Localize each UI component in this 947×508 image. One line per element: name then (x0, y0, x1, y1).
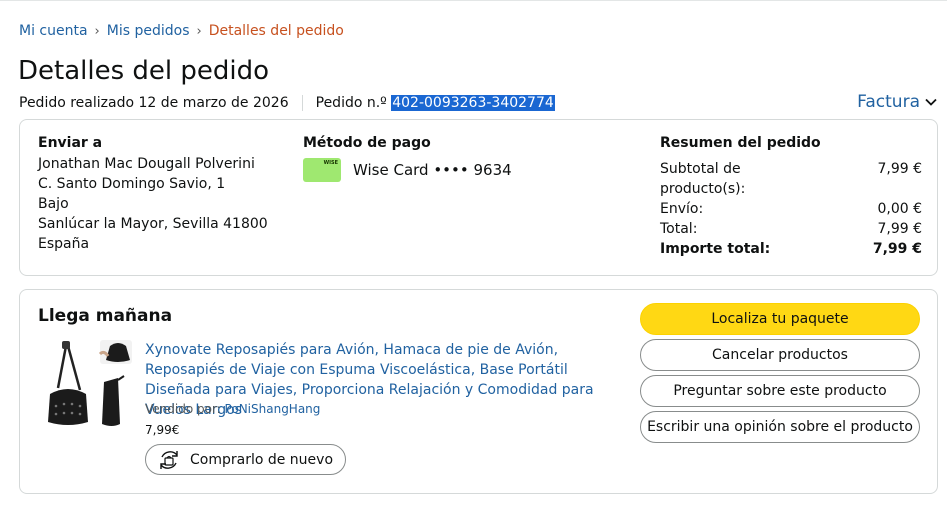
breadcrumb: Mi cuenta › Mis pedidos › Detalles del p… (19, 23, 344, 39)
buy-again-button[interactable]: Comprarlo de nuevo (145, 444, 347, 475)
seller-link[interactable]: PoNiShangHang (225, 402, 321, 416)
summary-label: Envío: (660, 201, 704, 217)
arrival-status: Llega mañana (38, 306, 173, 326)
order-number-label: Pedido n.º (315, 95, 387, 111)
order-summary: Resumen del pedido Subtotal de producto(… (660, 135, 922, 259)
shipping-address: Enviar a Jonathan Mac Dougall Polverini … (38, 135, 268, 254)
invoice-label: Factura (857, 92, 920, 112)
track-package-button[interactable]: Localiza tu paquete (640, 303, 920, 335)
meta-divider (301, 95, 303, 111)
summary-row-shipping: Envío: 0,00 € (660, 199, 922, 219)
cancel-items-button[interactable]: Cancelar productos (640, 339, 920, 371)
seller-info: Vendido por: PoNiShangHang (145, 402, 320, 416)
breadcrumb-separator: › (94, 23, 100, 39)
order-info-box: Enviar a Jonathan Mac Dougall Polverini … (19, 119, 938, 276)
breadcrumb-current: Detalles del pedido (208, 23, 344, 39)
shipment-actions: Localiza tu paquete Cancelar productos P… (640, 303, 920, 447)
shipping-title: Enviar a (38, 135, 103, 151)
summary-row-total: Total: 7,99 € (660, 219, 922, 239)
chevron-down-icon (925, 98, 937, 106)
buy-again-icon (160, 450, 178, 469)
card-text: Wise Card •••• 9634 (353, 161, 512, 179)
buy-again-label: Comprarlo de nuevo (190, 451, 334, 468)
product-image[interactable] (44, 338, 134, 430)
page-title: Detalles del pedido (18, 56, 270, 86)
summary-row-grand-total: Importe total: 7,99 € (660, 239, 922, 259)
summary-value: 7,99 € (872, 241, 922, 257)
ask-product-question-button[interactable]: Preguntar sobre este producto (640, 375, 920, 407)
summary-value: 0,00 € (877, 201, 922, 217)
summary-value: 7,99 € (877, 221, 922, 237)
order-meta: Pedido realizado 12 de marzo de 2026 Ped… (19, 95, 555, 111)
product-price: 7,99€ (145, 423, 180, 437)
seller-label: Vendido por: (145, 402, 221, 416)
breadcrumb-my-orders[interactable]: Mis pedidos (107, 23, 190, 39)
address-line: C. Santo Domingo Savio, 1 (38, 176, 226, 192)
breadcrumb-separator: › (196, 23, 202, 39)
top-divider (0, 0, 947, 1)
address-line: Bajo (38, 196, 69, 212)
summary-row-subtotal: Subtotal de producto(s): 7,99 € (660, 159, 922, 199)
card-brand: WISE (323, 160, 338, 166)
order-number[interactable]: 402-0093263-3402774 (391, 95, 555, 111)
card-icon: WISE (303, 158, 341, 182)
invoice-dropdown[interactable]: Factura (857, 92, 937, 112)
payment-card: WISE Wise Card •••• 9634 (303, 158, 512, 182)
address-line: España (38, 236, 90, 252)
summary-title: Resumen del pedido (660, 135, 821, 151)
summary-value: 7,99 € (877, 161, 922, 177)
write-review-button[interactable]: Escribir una opinión sobre el producto (640, 411, 920, 443)
payment-title: Método de pago (303, 135, 431, 151)
address-line: Sanlúcar la Mayor, Sevilla 41800 (38, 216, 268, 232)
order-date: Pedido realizado 12 de marzo de 2026 (19, 95, 289, 111)
summary-label: Total: (660, 221, 698, 237)
summary-label: Subtotal de producto(s): (660, 161, 746, 197)
breadcrumb-my-account[interactable]: Mi cuenta (19, 23, 88, 39)
payment-method: Método de pago WISE Wise Card •••• 9634 (303, 135, 512, 182)
address-line: Jonathan Mac Dougall Polverini (38, 156, 255, 172)
shipment-box: Llega mañana Xynovate Reposapiés para Av… (19, 289, 938, 494)
summary-label: Importe total: (660, 241, 771, 257)
